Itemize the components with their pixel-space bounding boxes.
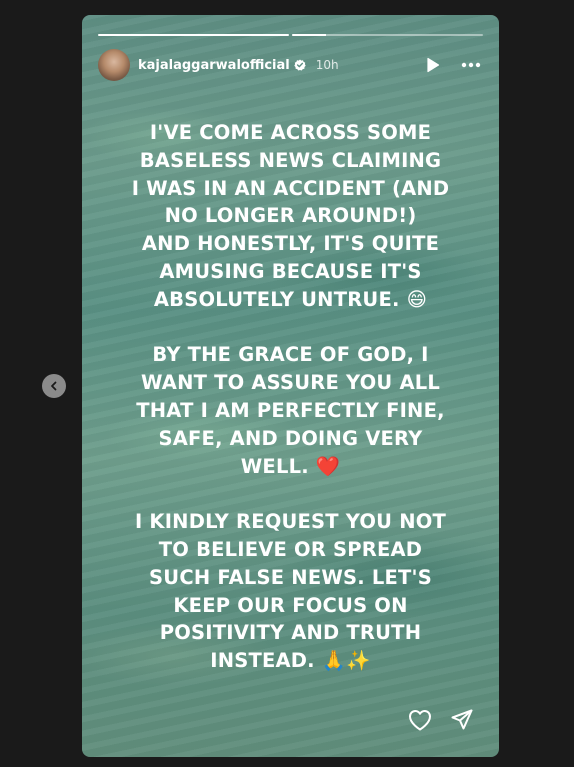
more-horizontal-icon bbox=[461, 62, 481, 68]
story-paragraph: I'VE COME ACROSS SOME BASELESS NEWS CLAIM… bbox=[100, 119, 481, 314]
story-text: I'VE COME ACROSS SOME BASELESS NEWS CLAIM… bbox=[100, 119, 481, 675]
progress-fill bbox=[98, 34, 289, 36]
story-card[interactable]: kajalaggarwalofficial 10h I'VE COME ACRO… bbox=[82, 15, 499, 757]
story-text-line: I KINDLY REQUEST YOU NOT bbox=[134, 510, 447, 534]
more-options-button[interactable] bbox=[459, 53, 483, 77]
story-text-line: SAFE, AND DOING VERY bbox=[158, 426, 423, 450]
play-button[interactable] bbox=[421, 53, 445, 77]
story-progress-bar bbox=[98, 34, 483, 36]
story-text-line: SUCH FALSE NEWS. LET'S bbox=[149, 565, 432, 589]
heart-icon bbox=[409, 710, 431, 731]
story-text-line: KEEP OUR FOCUS ON bbox=[173, 593, 408, 617]
story-text-line: TO BELIEVE OR SPREAD bbox=[158, 537, 423, 561]
story-text-line: AMUSING BECAUSE IT'S bbox=[159, 259, 422, 283]
story-text-line: BASELESS NEWS CLAIMING bbox=[139, 148, 442, 172]
story-text-line: AND HONESTLY, IT'S QUITE bbox=[141, 232, 440, 256]
progress-segment bbox=[292, 34, 483, 36]
like-button[interactable] bbox=[407, 707, 433, 733]
story-text-line: WELL. ❤️ bbox=[240, 454, 341, 478]
send-icon bbox=[451, 709, 473, 730]
story-paragraph: I KINDLY REQUEST YOU NOT TO BELIEVE OR SP… bbox=[100, 508, 481, 675]
progress-segment bbox=[98, 34, 289, 36]
previous-story-button[interactable] bbox=[42, 374, 66, 398]
story-text-line: WANT TO ASSURE YOU ALL bbox=[140, 371, 441, 395]
story-text-line: I WAS IN AN ACCIDENT (AND bbox=[131, 176, 450, 200]
chevron-left-icon bbox=[51, 381, 57, 391]
story-text-line: ABSOLUTELY UNTRUE. 😄 bbox=[153, 287, 428, 311]
share-button[interactable] bbox=[449, 707, 475, 733]
story-text-line: POSITIVITY AND TRUTH bbox=[159, 621, 422, 645]
progress-fill bbox=[292, 34, 327, 36]
story-viewer: kajalaggarwalofficial 10h I'VE COME ACRO… bbox=[0, 0, 574, 767]
username[interactable]: kajalaggarwalofficial bbox=[138, 58, 290, 73]
story-actions bbox=[407, 707, 475, 733]
play-icon bbox=[427, 57, 440, 73]
story-text-line: THAT I AM PERFECTLY FINE, bbox=[136, 398, 445, 422]
verified-badge-icon bbox=[294, 59, 306, 71]
story-text-line: BY THE GRACE OF GOD, I bbox=[152, 343, 429, 367]
post-timestamp: 10h bbox=[315, 58, 339, 72]
avatar[interactable] bbox=[98, 49, 130, 81]
story-text-line: I'VE COME ACROSS SOME bbox=[149, 121, 432, 144]
story-text-line: INSTEAD. 🙏✨ bbox=[210, 649, 371, 673]
story-header: kajalaggarwalofficial 10h bbox=[98, 49, 483, 81]
story-paragraph: BY THE GRACE OF GOD, I WANT TO ASSURE YOU… bbox=[100, 341, 481, 480]
story-text-line: NO LONGER AROUND!) bbox=[164, 204, 417, 228]
